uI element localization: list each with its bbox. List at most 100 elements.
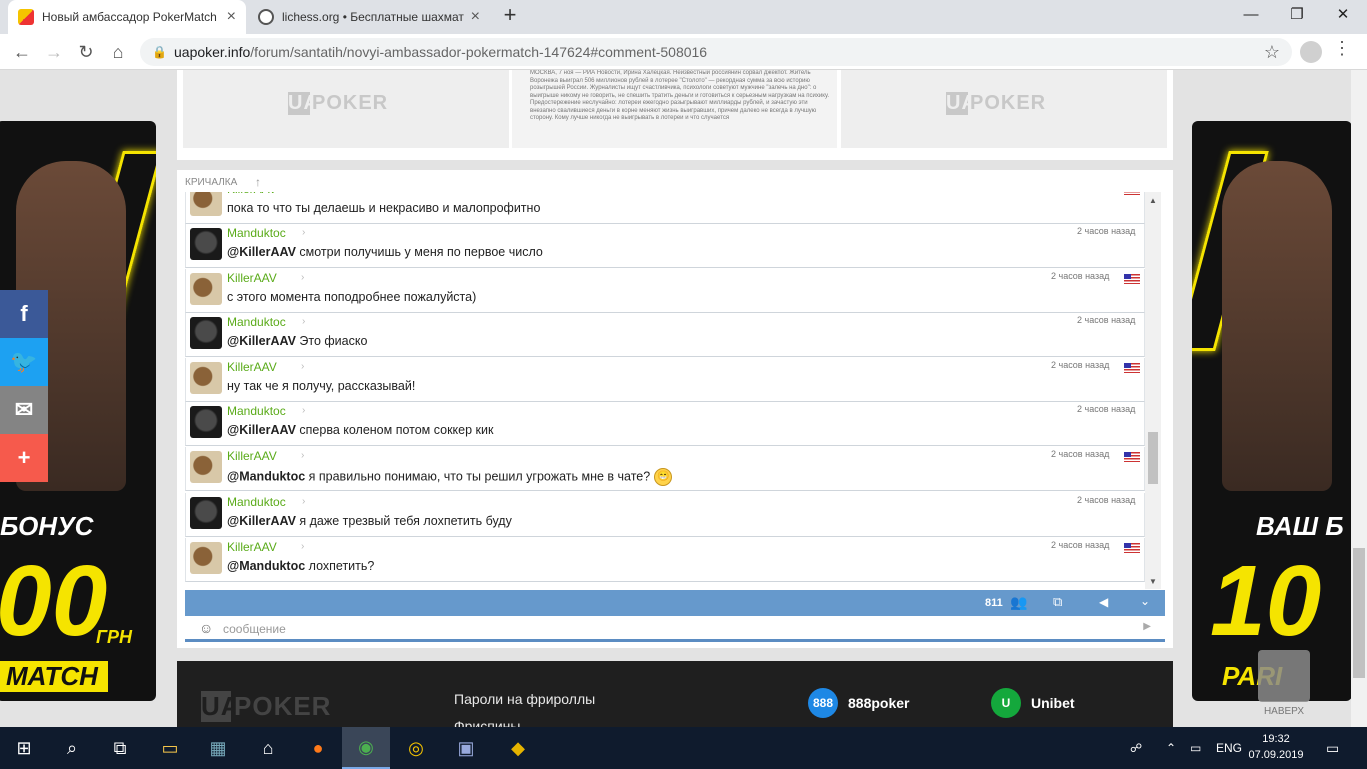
news-card[interactable]: UAPOKER (183, 70, 509, 148)
reply-arrow-icon[interactable]: › (301, 272, 304, 283)
news-card[interactable]: UAPOKER (841, 70, 1167, 148)
message-mention[interactable]: @KillerAAV (227, 423, 296, 437)
firefox-icon[interactable]: ● (294, 727, 342, 769)
scroll-to-top-button[interactable] (1258, 650, 1310, 702)
arrow-up-icon[interactable]: ↑ (255, 175, 261, 189)
bookmark-star-icon[interactable]: ☆ (1264, 42, 1280, 63)
message-mention[interactable]: @Manduktoc (227, 559, 305, 573)
close-tab-icon[interactable]: × (471, 8, 480, 26)
notifications-icon[interactable]: ▭ (1326, 727, 1339, 769)
us-flag-icon (1124, 274, 1140, 284)
language-indicator[interactable]: ENG (1216, 727, 1242, 769)
message-author[interactable]: KillerAAV (227, 540, 277, 554)
send-icon[interactable]: ▶ (1143, 621, 1151, 632)
profile-avatar[interactable] (1300, 41, 1322, 63)
message-mention[interactable]: @KillerAAV (227, 514, 296, 528)
back-icon[interactable]: ← (10, 41, 34, 63)
message-author[interactable]: Manduktoc (227, 315, 286, 329)
minimize-button[interactable]: — (1228, 0, 1274, 30)
users-icon[interactable]: 👥 (1010, 594, 1027, 611)
footer-link-freespins[interactable]: Фриспины (454, 718, 520, 727)
reply-arrow-icon[interactable]: › (301, 541, 304, 552)
page-scroll-thumb[interactable] (1353, 548, 1365, 678)
maximize-button[interactable]: ❐ (1274, 0, 1320, 30)
facebook-share-button[interactable]: f (0, 290, 48, 338)
file-explorer-icon[interactable]: ▭ (146, 727, 194, 769)
reply-arrow-icon[interactable]: › (302, 227, 305, 238)
news-card[interactable]: МОСКВА, 7 ноя — РИА Новости, Ирина Халец… (512, 70, 837, 148)
smiley-icon[interactable]: ☺ (199, 620, 213, 636)
footer-brand-unibet[interactable]: U Unibet (991, 688, 1075, 718)
store-icon[interactable]: ▦ (194, 727, 242, 769)
menu-kebab-icon[interactable]: ⋮ (1332, 38, 1352, 59)
reload-icon[interactable]: ↻ (74, 41, 98, 63)
reply-arrow-icon[interactable]: › (301, 361, 304, 372)
us-flag-icon (1124, 543, 1140, 553)
media-app-icon[interactable]: ◎ (392, 727, 440, 769)
close-window-button[interactable]: ✕ (1320, 0, 1366, 30)
user-avatar[interactable] (190, 192, 222, 216)
reply-arrow-icon[interactable]: › (302, 405, 305, 416)
windows-start-icon[interactable]: ⊞ (0, 727, 48, 769)
chrome-icon[interactable]: ◉ (342, 727, 390, 769)
user-avatar[interactable] (190, 317, 222, 349)
user-avatar[interactable] (190, 406, 222, 438)
news-snippet: МОСКВА, 7 ноя — РИА Новости, Ирина Халец… (530, 70, 830, 121)
user-avatar[interactable] (190, 273, 222, 305)
message-author[interactable]: KillerAAV (227, 192, 277, 196)
clock[interactable]: 19:32 07.09.2019 (1246, 731, 1306, 763)
message-mention[interactable]: @Manduktoc (227, 469, 305, 483)
message-author[interactable]: Manduktoc (227, 495, 286, 509)
message-list[interactable]: KillerAAV › 2 часов назад пока то что ты де… (185, 192, 1145, 589)
message-body: с этого момента поподробнее пожалуйста) (227, 290, 477, 304)
search-icon[interactable]: ⌕ (48, 727, 96, 769)
right-ad-banner[interactable]: ВАШ Б 10 PARI (1192, 121, 1351, 701)
scroll-down-icon[interactable]: ▼ (1149, 577, 1157, 586)
people-icon[interactable]: ☍ (1130, 727, 1142, 769)
email-share-button[interactable]: ✉ (0, 386, 48, 434)
chat-scrollbar[interactable]: ▲ ▼ (1145, 192, 1161, 589)
footer-brand-888poker[interactable]: 888 888poker (808, 688, 909, 718)
message-author[interactable]: Manduktoc (227, 226, 286, 240)
fighter-image (1222, 161, 1332, 491)
user-avatar[interactable] (190, 497, 222, 529)
app-window-icon[interactable]: ▣ (442, 727, 490, 769)
task-view-icon[interactable]: ⧉ (96, 727, 144, 769)
message-author[interactable]: KillerAAV (227, 449, 277, 463)
message-author[interactable]: KillerAAV (227, 271, 277, 285)
footer-link-freerolls[interactable]: Пароли на фрироллы (454, 691, 595, 707)
forward-icon[interactable]: → (42, 41, 66, 63)
address-bar[interactable]: 🔒 uapoker.info/forum/santatih/novyi-amba… (140, 38, 1292, 66)
message-mention[interactable]: @KillerAAV (227, 334, 296, 348)
message-mention[interactable]: @KillerAAV (227, 245, 296, 259)
reply-arrow-icon[interactable]: › (301, 192, 304, 194)
chat-scroll-thumb[interactable] (1148, 432, 1158, 484)
reply-arrow-icon[interactable]: › (302, 316, 305, 327)
close-tab-icon[interactable]: × (227, 8, 236, 26)
footer-logo[interactable]: UAPOKER (201, 691, 331, 722)
home-app-icon[interactable]: ⌂ (244, 727, 292, 769)
new-tab-button[interactable]: + (498, 4, 522, 28)
message-author[interactable]: KillerAAV (227, 360, 277, 374)
reply-arrow-icon[interactable]: › (302, 496, 305, 507)
app-ticket-icon[interactable]: ◆ (494, 727, 542, 769)
message-author[interactable]: Manduktoc (227, 404, 286, 418)
user-avatar[interactable] (190, 362, 222, 394)
user-avatar[interactable] (190, 451, 222, 483)
user-avatar[interactable] (190, 542, 222, 574)
popout-icon[interactable]: ⧉ (1053, 594, 1062, 610)
uapoker-logo: UAPOKER (946, 92, 1047, 115)
twitter-share-button[interactable]: 🐦 (0, 338, 48, 386)
chat-input[interactable]: ☺ сообщение ▶ (185, 616, 1165, 642)
tray-chevron-icon[interactable]: ⌃ (1166, 727, 1176, 769)
more-share-button[interactable]: + (0, 434, 48, 482)
sound-icon[interactable]: ◀ (1099, 595, 1108, 609)
user-avatar[interactable] (190, 228, 222, 260)
scroll-up-icon[interactable]: ▲ (1149, 196, 1157, 205)
reply-arrow-icon[interactable]: › (301, 450, 304, 461)
home-icon[interactable]: ⌂ (106, 41, 130, 63)
network-icon[interactable]: ▭ (1190, 727, 1201, 769)
tab-lichess[interactable]: lichess.org • Бесплатные шахмат × (248, 0, 490, 34)
tab-pokermatch[interactable]: Новый амбассадор PokerMatch × (8, 0, 246, 34)
collapse-icon[interactable]: ⌄ (1140, 594, 1150, 608)
